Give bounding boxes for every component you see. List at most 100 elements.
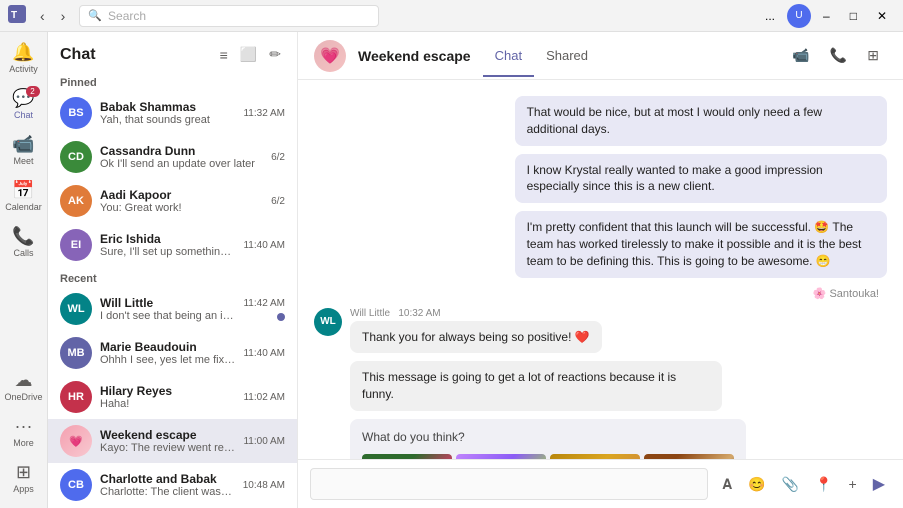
location-button[interactable]: 📍 — [809, 472, 838, 497]
chat-item-preview: Kayo: The review went really well! Can't… — [100, 442, 235, 454]
compose-input[interactable] — [310, 468, 708, 500]
calls-icon: 📞 — [12, 226, 34, 247]
sidebar-item-meet[interactable]: 📹 Meet — [4, 128, 44, 172]
message-bubble: I know Krystal really wanted to make a g… — [515, 154, 887, 204]
compose-bar: 𝐀 😊 📎 📍 + ▶ — [298, 459, 903, 508]
avatar: 💗 — [60, 425, 92, 457]
avatar: CD — [60, 141, 92, 173]
video-chat-button[interactable]: ⬜ — [236, 42, 261, 67]
sidebar-item-label: Calendar — [5, 202, 42, 212]
chat-item-time: 11:02 AM — [243, 392, 285, 403]
send-button[interactable]: ▶ — [867, 470, 891, 498]
chat-group-name: Weekend escape — [358, 48, 471, 64]
audio-call-button[interactable]: 📞 — [822, 42, 855, 69]
chat-item-name: Weekend escape — [100, 428, 235, 442]
compose-actions: 𝐀 😊 📎 📍 + ▶ — [716, 470, 891, 498]
tab-shared[interactable]: Shared — [534, 34, 600, 77]
chat-header: 💗 Weekend escape Chat Shared 📹 📞 ⊞ — [298, 32, 903, 80]
chat-item-name: Charlotte and Babak — [100, 472, 235, 486]
maximize-button[interactable]: □ — [842, 6, 865, 26]
filter-button[interactable]: ≡ — [216, 42, 232, 67]
list-item[interactable]: BS Babak Shammas Yah, that sounds great … — [48, 91, 297, 135]
chat-list-scroll: Pinned BS Babak Shammas Yah, that sounds… — [48, 71, 297, 508]
chat-item-time: 11:40 AM — [243, 240, 285, 251]
avatar[interactable]: U — [787, 4, 811, 28]
card-title: What do you think? — [362, 429, 734, 446]
chat-item-time: 11:42 AM — [243, 298, 285, 309]
message-content: I'm pretty confident that this launch wi… — [515, 211, 887, 277]
message-row: WL Will Little 10:32 AM Thank you for al… — [314, 308, 887, 354]
chat-item-preview: I don't see that being an issue, can tak… — [100, 310, 235, 322]
chat-item-time: 6/2 — [271, 196, 285, 207]
chat-item-preview: Ohhh I see, yes let me fix that! — [100, 354, 235, 366]
calendar-icon: 📅 — [12, 180, 34, 201]
chat-badge: 2 — [26, 86, 40, 97]
avatar: WL — [60, 293, 92, 325]
forward-button[interactable]: › — [55, 6, 72, 26]
list-item[interactable]: AK Aadi Kapoor You: Great work! 6/2 — [48, 179, 297, 223]
unread-indicator — [277, 313, 285, 321]
chat-item-time: 11:32 AM — [243, 108, 285, 119]
message-row: I'm pretty confident that this launch wi… — [314, 211, 887, 277]
list-item[interactable]: CD Cassandra Dunn Ok I'll send an update… — [48, 135, 297, 179]
sidebar-item-label: OneDrive — [4, 392, 42, 402]
message-row: What do you think? Thought these images … — [314, 419, 887, 459]
more-options-button[interactable]: ⊞ — [859, 42, 887, 69]
chat-item-preview: You: Great work! — [100, 202, 263, 214]
more-actions-button[interactable]: + — [843, 472, 863, 496]
sidebar-item-onedrive[interactable]: ☁ OneDrive — [4, 364, 44, 408]
chat-list-panel: Chat ≡ ⬜ ✏ Pinned BS Babak Shammas Yah, … — [48, 32, 298, 508]
video-call-button[interactable]: 📹 — [784, 42, 817, 69]
message-bubble: I'm pretty confident that this launch wi… — [515, 211, 887, 277]
message-content: Will Little 10:32 AM Thank you for alway… — [350, 308, 602, 354]
compose-button[interactable]: ✏ — [265, 42, 285, 67]
chat-item-name: Will Little — [100, 296, 235, 310]
list-item[interactable]: EI Eric Ishida Sure, I'll set up somethi… — [48, 223, 297, 267]
close-button[interactable]: ✕ — [869, 6, 895, 26]
app-logo: T — [8, 5, 26, 26]
chat-item-name: Babak Shammas — [100, 100, 235, 114]
search-bar[interactable]: 🔍 Search — [79, 5, 379, 27]
chat-item-name: Hilary Reyes — [100, 384, 235, 398]
message-content: I know Krystal really wanted to make a g… — [515, 154, 887, 204]
message-content: What do you think? Thought these images … — [350, 419, 746, 459]
sidebar-item-label: Apps — [13, 484, 34, 494]
avatar: BS — [60, 97, 92, 129]
list-item[interactable]: HR Hilary Reyes Haha! 11:02 AM — [48, 375, 297, 419]
list-item[interactable]: 💗 Weekend escape Kayo: The review went r… — [48, 419, 297, 463]
sidebar-item-activity[interactable]: 🔔 Activity — [4, 36, 44, 80]
sidebar-item-apps[interactable]: ⊞ Apps — [4, 456, 44, 500]
recent-section-label: Recent — [48, 267, 297, 287]
svg-text:T: T — [11, 10, 17, 21]
sidebar-item-chat[interactable]: 💬 Chat 2 — [4, 82, 44, 126]
search-placeholder: Search — [108, 9, 146, 23]
emoji-button[interactable]: 😊 — [742, 472, 771, 497]
more-options-button[interactable]: ... — [757, 6, 783, 26]
sidebar-item-more[interactable]: ··· More — [4, 410, 44, 454]
activity-icon: 🔔 — [12, 42, 34, 63]
avatar: HR — [60, 381, 92, 413]
avatar: EI — [60, 229, 92, 261]
list-item[interactable]: CB Charlotte and Babak Charlotte: The cl… — [48, 463, 297, 507]
tab-chat[interactable]: Chat — [483, 34, 534, 77]
sidebar-item-calendar[interactable]: 📅 Calendar — [4, 174, 44, 218]
minimize-button[interactable]: – — [815, 6, 838, 26]
back-button[interactable]: ‹ — [34, 6, 51, 26]
attachment-button[interactable]: 📎 — [776, 472, 805, 497]
sidebar-item-label: Calls — [13, 248, 33, 258]
chat-item-preview: Yah, that sounds great — [100, 114, 235, 126]
chat-group-avatar: 💗 — [314, 40, 346, 72]
format-button[interactable]: 𝐀 — [716, 472, 738, 497]
chat-tabs: Chat Shared — [483, 34, 600, 77]
list-item[interactable]: MB Marie Beaudouin Ohhh I see, yes let m… — [48, 331, 297, 375]
chat-item-preview: Sure, I'll set up something for next wee… — [100, 246, 235, 258]
pinned-section-label: Pinned — [48, 71, 297, 91]
message-content: This message is going to get a lot of re… — [350, 361, 722, 411]
list-item[interactable]: WL Will Little I don't see that being an… — [48, 287, 297, 331]
avatar: MB — [60, 337, 92, 369]
chat-main: 💗 Weekend escape Chat Shared 📹 📞 ⊞ That … — [298, 32, 903, 508]
chat-item-name: Aadi Kapoor — [100, 188, 263, 202]
sidebar-item-calls[interactable]: 📞 Calls — [4, 220, 44, 264]
sidebar-item-label: More — [13, 438, 34, 448]
chat-item-time: 11:00 AM — [243, 436, 285, 447]
